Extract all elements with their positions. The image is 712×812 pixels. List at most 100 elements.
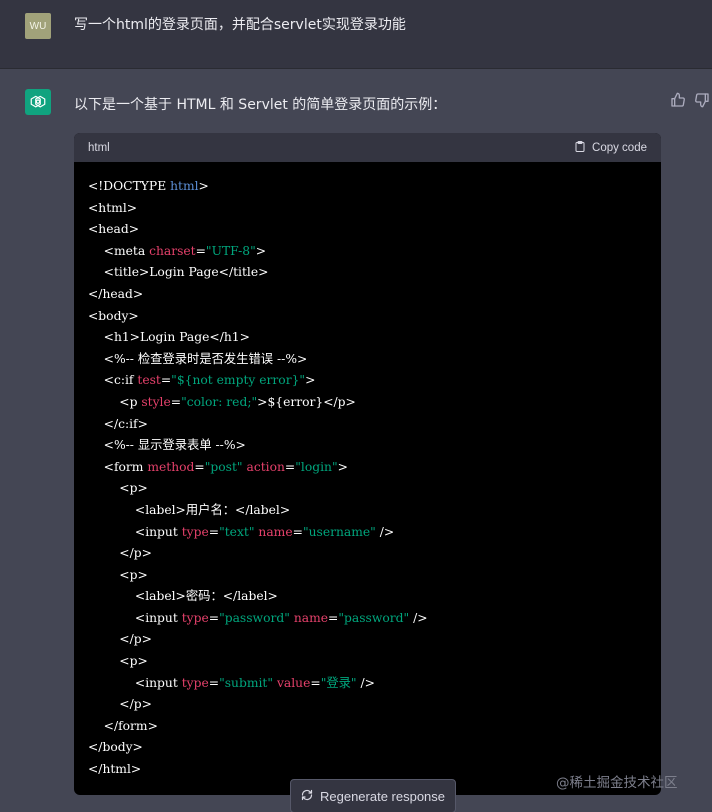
code-token: <html> xyxy=(88,200,138,215)
code-token: = xyxy=(208,524,220,539)
code-line: <head> xyxy=(88,219,647,241)
code-token: >${error}</p> xyxy=(257,394,356,409)
user-message-row: WU 写一个html的登录页面，并配合servlet实现登录功能 xyxy=(0,0,712,69)
code-line: <label>用户名：</label> xyxy=(88,500,647,522)
code-token: <input xyxy=(88,675,182,690)
openai-logo-icon xyxy=(25,89,51,115)
code-token: = xyxy=(195,243,206,258)
code-token: <label>密码：</label> xyxy=(88,589,278,604)
code-token: "UTF-8" xyxy=(205,243,256,258)
code-token: "username" xyxy=(302,524,376,539)
code-token: = xyxy=(292,524,303,539)
code-line: <p> xyxy=(88,478,647,500)
code-token: "${not empty error}" xyxy=(171,373,306,388)
thumbs-down-icon[interactable] xyxy=(694,92,712,110)
code-token: = xyxy=(160,373,172,388)
code-line: <c:if test="${not empty error}"> xyxy=(88,370,647,392)
code-token: name xyxy=(293,610,329,625)
code-line: <input type="text" name="username" /> xyxy=(88,522,647,544)
code-token: name xyxy=(258,524,293,539)
code-token: <%-- 显示登录表单 --%> xyxy=(88,438,246,453)
code-token: type xyxy=(181,610,209,625)
user-message-text: 写一个html的登录页面，并配合servlet实现登录功能 xyxy=(74,17,406,33)
code-token: </p> xyxy=(88,697,152,712)
code-token: > xyxy=(198,179,209,193)
code-token: <meta xyxy=(88,243,150,258)
code-token: = xyxy=(208,675,220,690)
code-token: = xyxy=(328,610,339,625)
code-token: </p> xyxy=(88,546,152,561)
code-line: </c:if> xyxy=(88,414,647,436)
code-token: <!DOCTYPE xyxy=(88,179,171,193)
code-line: <input type="submit" value="登录" /> xyxy=(88,673,647,695)
code-line: </p> xyxy=(88,543,647,565)
code-line: <input type="password" name="password" /… xyxy=(88,608,647,630)
code-token: <form xyxy=(88,459,148,474)
code-line: <html> xyxy=(88,198,647,220)
code-token: <title>Login Page</title> xyxy=(88,265,269,280)
code-token: = xyxy=(208,610,220,625)
code-token: "login" xyxy=(295,459,338,474)
code-token: </p> xyxy=(88,632,152,647)
code-token: style xyxy=(141,394,171,409)
code-line: <label>密码：</label> xyxy=(88,586,647,608)
code-token: type xyxy=(181,524,209,539)
code-token: /> xyxy=(375,524,395,539)
code-token: /> xyxy=(356,675,375,690)
code-line: <form method="post" action="login"> xyxy=(88,457,647,479)
code-token: <p xyxy=(88,394,142,409)
code-token: charset xyxy=(149,243,196,258)
code-line: <h1>Login Page</h1> xyxy=(88,327,647,349)
assistant-intro-text: 以下是一个基于 HTML 和 Servlet 的简单登录页面的示例： xyxy=(74,97,447,113)
code-line: </head> xyxy=(88,284,647,306)
refresh-icon xyxy=(301,789,313,804)
code-token: </c:if> xyxy=(88,416,148,431)
code-token: type xyxy=(181,675,209,690)
copy-code-button[interactable]: Copy code xyxy=(574,140,647,156)
code-token: <%-- 检查登录时是否发生错误 --%> xyxy=(88,351,308,366)
code-line: <body> xyxy=(88,306,647,328)
code-token: = xyxy=(170,394,182,409)
code-token: > xyxy=(337,459,348,474)
code-token: /> xyxy=(409,610,428,625)
code-content: <!DOCTYPE html> <html> <head> <meta charse… xyxy=(74,162,661,781)
code-token: </body> xyxy=(88,740,143,755)
code-token: "password" xyxy=(219,610,290,625)
watermark-text: @稀土掘金技术社区 xyxy=(556,775,678,791)
code-token: "submit" xyxy=(219,675,274,690)
regenerate-response-button[interactable]: Regenerate response xyxy=(290,779,456,812)
chat-page: WU 写一个html的登录页面，并配合servlet实现登录功能 以下是一个基于… xyxy=(0,0,712,812)
code-line: <%-- 显示登录表单 --%> xyxy=(88,435,647,457)
user-avatar: WU xyxy=(25,13,51,39)
code-token: </head> xyxy=(88,286,144,301)
code-line: <p> xyxy=(88,651,647,673)
code-token: method xyxy=(147,459,195,474)
copy-code-label: Copy code xyxy=(592,141,647,154)
code-token: <c:if xyxy=(88,373,138,388)
code-line: <title>Login Page</title> xyxy=(88,262,647,284)
code-token: "登录" xyxy=(320,675,357,690)
code-line: <%-- 检查登录时是否发生错误 --%> xyxy=(88,349,647,371)
code-line: </body> xyxy=(88,737,647,759)
code-token: <p> xyxy=(88,654,148,669)
code-token: = xyxy=(284,459,296,474)
code-token: > xyxy=(305,373,316,388)
code-token: <label>用户名：</label> xyxy=(88,502,291,517)
code-block: html Copy code <!DOCTYPE html> <html> <hea… xyxy=(74,133,661,795)
code-token: action xyxy=(246,459,285,474)
code-token: "text" xyxy=(219,524,255,539)
code-token: html xyxy=(170,179,199,193)
code-token: "password" xyxy=(338,610,410,625)
code-block-header: html Copy code xyxy=(74,133,661,162)
code-language-label: html xyxy=(88,141,110,154)
code-token: <body> xyxy=(88,308,139,323)
clipboard-icon xyxy=(574,140,586,156)
thumbs-up-icon[interactable] xyxy=(670,92,688,110)
code-line: <p style="color: red;">${error}</p> xyxy=(88,392,647,414)
code-token: </form> xyxy=(88,718,158,733)
code-line: </p> xyxy=(88,694,647,716)
code-token: "post" xyxy=(204,459,243,474)
code-token: test xyxy=(137,373,161,388)
code-line: </form> xyxy=(88,716,647,738)
code-token: <head> xyxy=(88,222,140,237)
